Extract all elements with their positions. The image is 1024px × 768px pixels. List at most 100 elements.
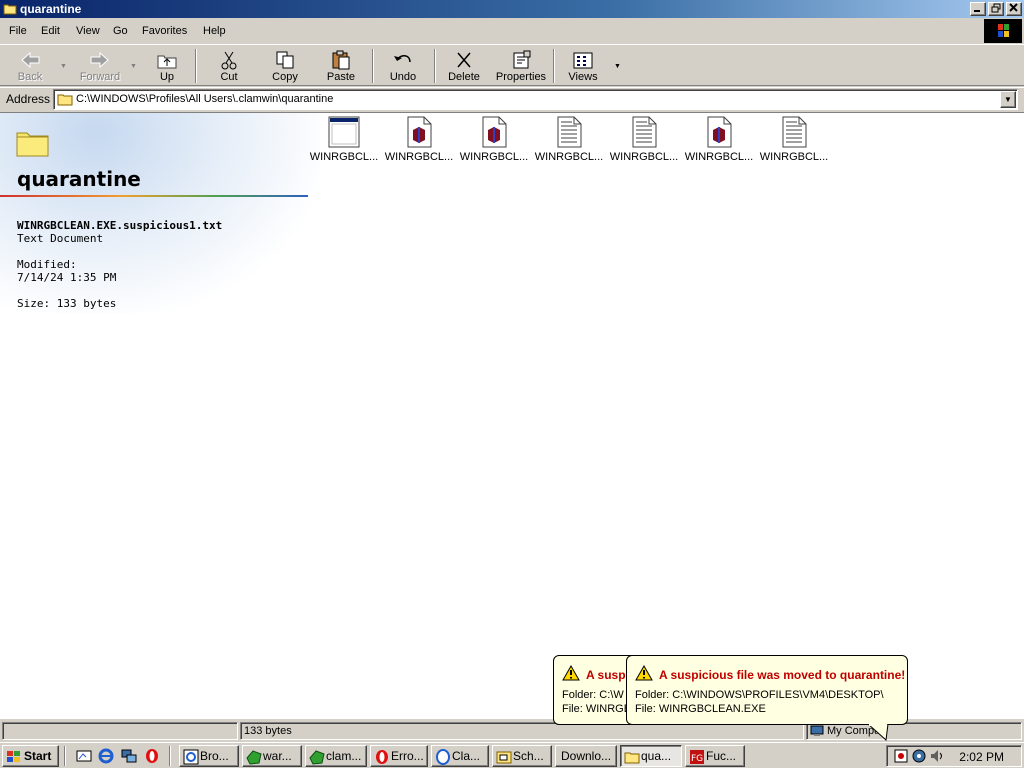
internet-explorer-icon[interactable] — [98, 748, 114, 764]
taskbar-item-label: Erro... — [391, 749, 424, 763]
selection-details: WINRGBCLEAN.EXE.suspicious1.txt Text Doc… — [17, 219, 222, 310]
paste-label: Paste — [326, 71, 356, 83]
taskbar-item[interactable]: Erro... — [370, 745, 428, 767]
folder-view[interactable]: quarantine WINRGBCLEAN.EXE.suspicious1.t… — [0, 112, 1024, 719]
file-item[interactable]: WINRGBCL... — [683, 116, 755, 163]
status-size: 133 bytes — [244, 725, 292, 737]
taskbar-item-label: Cla... — [452, 749, 481, 763]
text-document-icon — [557, 116, 582, 148]
back-arrow-icon — [21, 51, 40, 69]
scissors-icon — [221, 51, 237, 70]
balloon-folder: Folder: C:\WINDOWS\PROFILES\VM4\DESKTOP\ — [635, 689, 884, 701]
window-title: quarantine — [20, 2, 82, 16]
text-document-icon — [782, 116, 807, 148]
speaker-tray-icon[interactable] — [929, 748, 945, 764]
copy-icon — [276, 51, 294, 69]
forward-dropdown-icon[interactable]: ▼ — [130, 63, 137, 70]
menu-view[interactable]: View — [76, 25, 100, 37]
clock[interactable]: 2:02 PM — [959, 750, 1004, 764]
up-folder-icon — [157, 55, 177, 69]
back-label: Back — [17, 71, 43, 83]
taskbar-item[interactable]: Cla... — [431, 745, 489, 767]
taskbar-item[interactable]: Sch... — [492, 745, 552, 767]
restore-icon — [991, 3, 1001, 13]
network-icon[interactable] — [121, 748, 137, 764]
taskbar-item[interactable]: war... — [242, 745, 302, 767]
taskbar-item-active[interactable]: qua... — [620, 745, 682, 767]
opera-icon[interactable] — [144, 748, 160, 764]
minimize-icon — [974, 10, 980, 12]
modified-label: Modified: — [17, 258, 77, 271]
taskbar-item[interactable]: FG Fuc... — [685, 745, 745, 767]
show-desktop-icon[interactable] — [76, 748, 92, 764]
menu-file[interactable]: File — [9, 25, 27, 37]
start-button[interactable]: Start — [2, 745, 59, 767]
views-label: Views — [568, 71, 598, 83]
folder-icon — [624, 752, 640, 764]
toolbar-separator — [195, 49, 197, 83]
file-item[interactable]: WINRGBCL... — [758, 116, 830, 163]
paste-button[interactable]: Paste — [318, 48, 364, 86]
chevron-down-icon: ▼ — [1004, 95, 1012, 104]
toolbar-separator — [372, 49, 374, 83]
exe-file-icon — [707, 116, 732, 148]
delete-button[interactable]: Delete — [442, 48, 486, 86]
file-item[interactable]: WINRGBCL... — [383, 116, 455, 163]
network-tray-icon[interactable] — [911, 748, 927, 764]
delete-label: Delete — [448, 71, 480, 83]
taskbar-item[interactable]: Downlo... — [555, 745, 617, 767]
taskbar-item[interactable]: Bro... — [179, 745, 239, 767]
selected-file-type: Text Document — [17, 232, 104, 245]
windows-flag-icon — [998, 24, 1009, 37]
taskbar-item-label: Fuc... — [706, 749, 737, 763]
taskbar-item-label: clam... — [326, 749, 362, 763]
file-label: WINRGBCL... — [459, 151, 529, 163]
taskbar-item-label: Bro... — [200, 749, 229, 763]
clamwin-icon — [246, 750, 262, 765]
clamwin-tray-icon[interactable] — [893, 748, 909, 764]
title-bar[interactable]: quarantine — [0, 0, 1024, 18]
file-item[interactable]: WINRGBCL... — [458, 116, 530, 163]
file-label: WINRGBCL... — [309, 151, 379, 163]
up-button[interactable]: Up — [146, 48, 188, 86]
close-button[interactable] — [1006, 2, 1022, 16]
standard-toolbar: Back ▼ Forward ▼ Up Cut Copy Paste Undo … — [0, 44, 1024, 86]
address-dropdown-button[interactable]: ▼ — [1000, 91, 1016, 108]
menu-go[interactable]: Go — [113, 25, 128, 37]
properties-button[interactable]: Properties — [494, 48, 548, 86]
folder-icon — [57, 94, 73, 106]
views-dropdown-icon[interactable]: ▼ — [614, 63, 621, 70]
taskbar: Start Bro... war... clam... Erro... Cla.… — [0, 742, 1024, 768]
address-label: Address — [6, 92, 51, 106]
taskbar-item[interactable]: clam... — [305, 745, 367, 767]
menu-edit[interactable]: Edit — [41, 25, 60, 37]
copy-button[interactable]: Copy — [262, 48, 308, 86]
restore-button[interactable] — [988, 2, 1004, 16]
file-item[interactable]: WINRGBCL... — [533, 116, 605, 163]
back-dropdown-icon[interactable]: ▼ — [60, 63, 67, 70]
back-button[interactable]: Back — [8, 48, 52, 86]
toolbar-separator — [553, 49, 555, 83]
cut-button[interactable]: Cut — [206, 48, 252, 86]
address-input[interactable]: C:\WINDOWS\Profiles\All Users\.clamwin\q… — [53, 89, 1018, 110]
forward-button[interactable]: Forward — [74, 48, 126, 86]
properties-label: Properties — [495, 71, 547, 83]
menu-help[interactable]: Help — [203, 25, 226, 37]
undo-button[interactable]: Undo — [382, 48, 424, 86]
undo-icon — [394, 55, 411, 63]
start-label: Start — [24, 749, 52, 763]
balloon-folder: Folder: C:\W — [562, 689, 624, 701]
file-item[interactable]: WINRGBCL... — [608, 116, 680, 163]
taskbar-item-label: qua... — [641, 749, 672, 763]
views-button[interactable]: Views — [562, 48, 604, 86]
notification-balloon[interactable]: A suspicious file was moved to quarantin… — [626, 655, 908, 725]
minimize-button[interactable] — [970, 2, 986, 16]
menu-favorites[interactable]: Favorites — [142, 25, 187, 37]
text-document-icon — [632, 116, 657, 148]
views-grid-icon — [573, 52, 593, 69]
menu-bar: File Edit View Go Favorites Help — [0, 20, 1024, 42]
forward-label: Forward — [79, 71, 121, 83]
file-item[interactable]: WINRGBCL... — [308, 116, 380, 163]
selected-file-name: WINRGBCLEAN.EXE.suspicious1.txt — [17, 219, 223, 232]
balloon-title: A suspi — [586, 668, 629, 682]
